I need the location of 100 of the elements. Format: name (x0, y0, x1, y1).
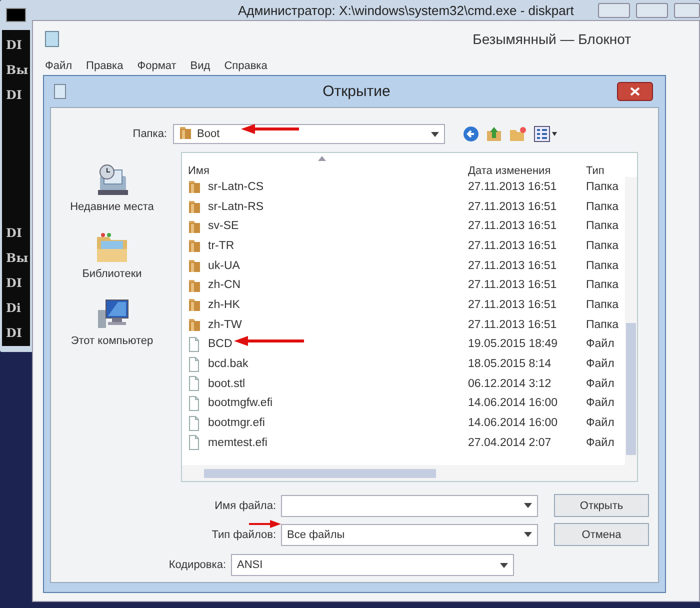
console-text: DI (6, 88, 22, 102)
minimize-button[interactable] (598, 3, 630, 18)
place-label[interactable]: Недавние места (70, 201, 154, 213)
caret-icon (431, 132, 439, 136)
folder-icon (188, 278, 201, 293)
cancel-button[interactable]: Отмена (554, 523, 649, 546)
file-icon (188, 435, 200, 450)
folder-icon (188, 258, 201, 274)
maximize-button[interactable] (636, 3, 668, 18)
folder-icon (188, 238, 201, 254)
dialog-title: Открытие (322, 83, 392, 100)
modified-date: 27.11.2013 16:51 (468, 180, 558, 193)
menu-item[interactable]: Формат (137, 60, 176, 72)
file-type: Файл (586, 417, 616, 430)
annotation-arrow (234, 336, 304, 346)
modified-date: 27.11.2013 16:51 (468, 240, 558, 252)
console-icon (6, 8, 26, 22)
encoding-label: Кодировка: (168, 559, 227, 571)
column-header[interactable]: Дата изменения (468, 165, 586, 177)
encoding-dropdown[interactable]: ANSI (231, 554, 514, 576)
folder-name: Boot (197, 128, 220, 140)
folder-icon (188, 199, 201, 214)
scrollbar-thumb[interactable] (626, 323, 636, 455)
view-menu-icon[interactable] (534, 126, 558, 142)
back-icon[interactable] (463, 126, 479, 142)
file-name[interactable]: sv-SE (208, 220, 468, 232)
file-name[interactable]: bootmgr.efi (208, 417, 468, 430)
console-text: DI (6, 326, 22, 340)
console-text: DI (6, 276, 22, 290)
file-type: Файл (586, 397, 616, 410)
modified-date: 27.11.2013 16:51 (468, 220, 558, 232)
file-icon (188, 416, 200, 431)
menu-item[interactable]: Вид (190, 60, 210, 72)
modified-date: 27.11.2013 16:51 (468, 200, 558, 213)
console-text: DI (6, 38, 22, 52)
file-type: Файл (586, 378, 616, 390)
annotation-arrow (249, 520, 281, 528)
file-name[interactable]: zh-TW (208, 318, 468, 331)
file-name[interactable]: sr-Latn-CS (208, 180, 468, 193)
open-button[interactable]: Открыть (554, 494, 649, 517)
folder-icon (188, 218, 201, 234)
file-name[interactable]: uk-UA (208, 260, 468, 272)
file-type: Папка (586, 200, 620, 213)
folder-icon (179, 125, 192, 140)
file-type: Файл (586, 338, 616, 350)
console-text: Вы (6, 251, 28, 265)
modified-date: 19.05.2015 18:49 (468, 338, 559, 350)
modified-date: 27.11.2013 16:51 (468, 318, 558, 331)
file-name[interactable]: boot.stl (208, 378, 468, 390)
file-type: Файл (586, 358, 616, 370)
window-title: Администратор: X:\windows\system32\cmd.exe - diskpart (238, 2, 574, 18)
console-text: DI (6, 226, 22, 240)
new-folder-icon[interactable] (509, 126, 527, 142)
file-name[interactable]: memtest.efi (208, 436, 468, 449)
file-icon (188, 396, 200, 411)
column-header[interactable]: Имя (188, 165, 468, 177)
sort-arrow-icon (318, 156, 326, 161)
file-name[interactable]: zh-HK (208, 298, 468, 311)
file-type: Папка (586, 318, 620, 331)
file-icon (188, 336, 200, 352)
scrollbar-thumb[interactable] (204, 469, 436, 478)
folder-icon (188, 317, 201, 332)
modified-date: 27.11.2013 16:51 (468, 279, 558, 292)
file-name[interactable]: zh-CN (208, 279, 468, 292)
menu-item[interactable]: Справка (224, 60, 268, 72)
file-type: Папка (586, 279, 620, 292)
up-folder-icon[interactable] (486, 126, 502, 142)
modified-date: 06.12.2014 3:12 (468, 378, 552, 390)
place-label[interactable]: Библиотеки (82, 268, 142, 280)
file-type: Папка (586, 220, 620, 232)
file-type: Папка (586, 180, 620, 193)
modified-date: 14.06.2014 16:00 (468, 397, 559, 410)
file-name[interactable]: bootmgfw.efi (208, 397, 468, 410)
modified-date: 14.06.2014 16:00 (468, 417, 559, 430)
modified-date: 18.05.2015 8:14 (468, 358, 552, 370)
console-text: Di (6, 301, 21, 315)
window-title: Безымянный — Блокнот (472, 31, 631, 47)
modified-date: 27.11.2013 16:51 (468, 260, 558, 272)
close-button[interactable] (617, 82, 653, 101)
file-type-dropdown[interactable]: Все файлы (281, 524, 538, 546)
place-label[interactable]: Этот компьютер (70, 335, 154, 347)
file-name[interactable]: bcd.bak (208, 358, 468, 370)
column-header[interactable]: Тип (586, 165, 626, 177)
folder-dropdown[interactable]: Boot (173, 124, 445, 144)
modified-date: 27.11.2013 16:51 (468, 298, 558, 311)
dialog-icon (54, 84, 66, 99)
file-type: Папка (586, 240, 620, 252)
file-name[interactable]: BCD (208, 338, 468, 350)
caret-icon (500, 562, 508, 568)
menu-item[interactable]: Файл (45, 60, 72, 72)
file-name[interactable]: sr-Latn-RS (208, 200, 468, 213)
modified-date: 27.04.2014 2:07 (468, 436, 552, 449)
folder-label: Папка: (132, 128, 168, 140)
file-name[interactable]: tr-TR (208, 240, 468, 252)
file-type: Папка (586, 260, 620, 272)
filename-field[interactable] (281, 494, 538, 516)
file-type-label: Тип файлов: (210, 528, 277, 540)
caret-icon (524, 503, 532, 508)
caret-icon (524, 532, 532, 537)
menu-item[interactable]: Правка (86, 60, 124, 72)
